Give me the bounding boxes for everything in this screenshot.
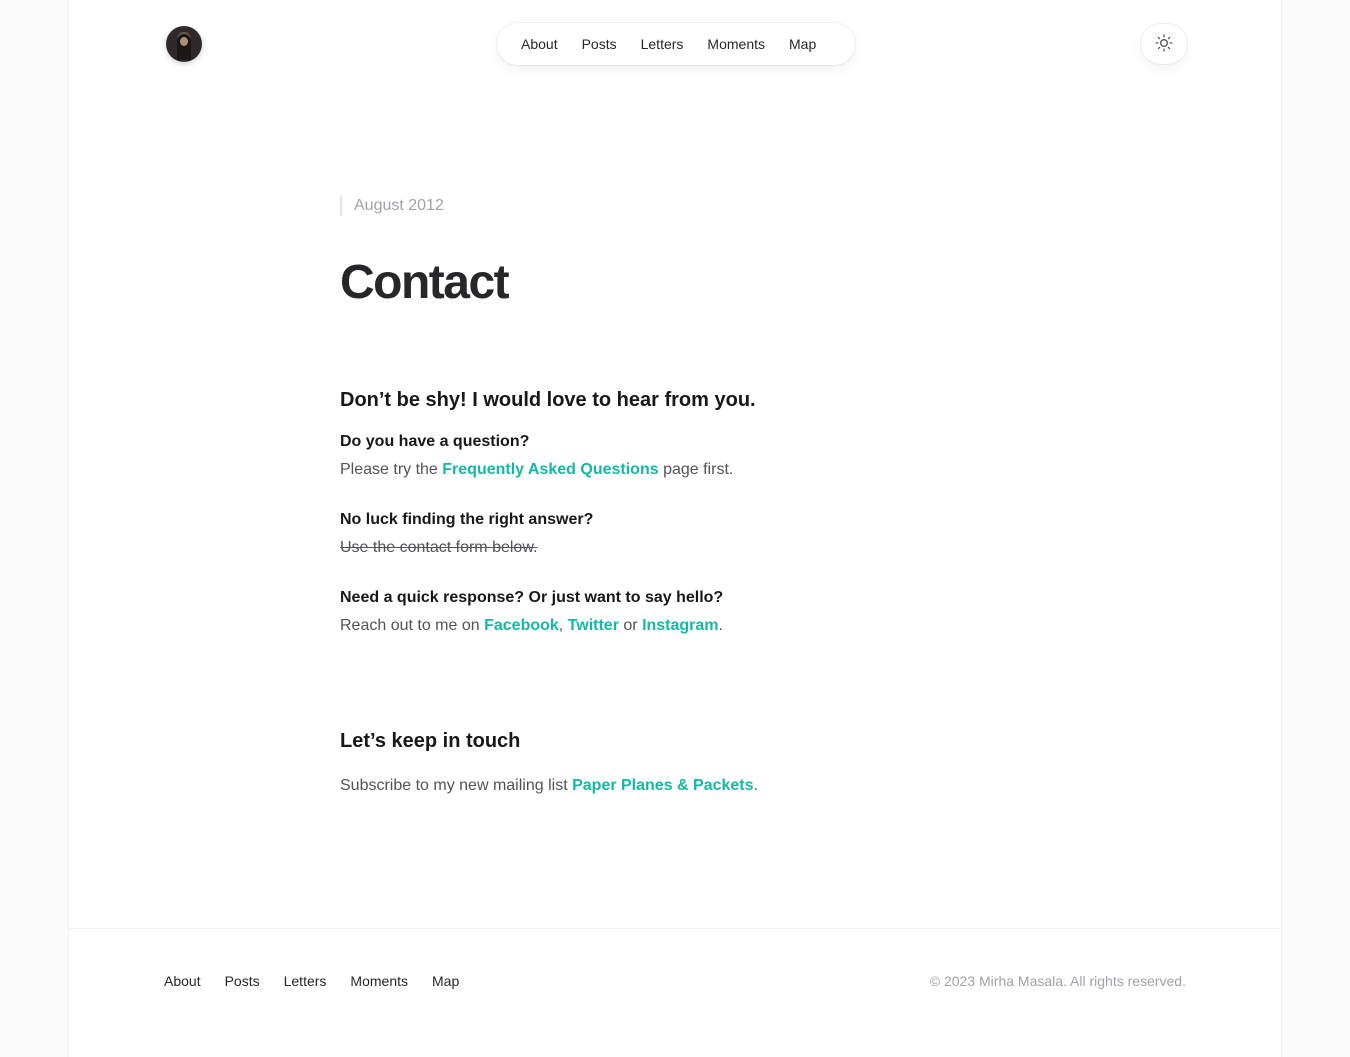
separator-text: or [618,617,643,634]
avatar[interactable] [166,26,202,62]
answer-text: Please try the Frequently Asked Question… [340,456,980,484]
nav-item-moments[interactable]: Moments [695,36,777,52]
post-date: August 2012 [340,196,980,216]
answer-text-prefix: Reach out to me on [340,617,485,634]
footer-nav-item-moments[interactable]: Moments [350,973,408,989]
article: August 2012 Contact Don’t be shy! I woul… [340,196,980,800]
footer: About Posts Letters Moments Map © 2023 M… [69,928,1281,1057]
answer-text-suffix: page first. [658,461,734,478]
answer-text-strikethrough: Use the contact form below. [340,539,538,556]
facebook-link[interactable]: Facebook [484,617,559,634]
section-heading-keep-in-touch: Let’s keep in touch [340,730,521,752]
footer-nav-item-map[interactable]: Map [432,973,459,989]
question-text: Do you have a question? [340,433,530,450]
page-title: Contact [340,256,510,309]
nav-item-posts[interactable]: Posts [570,36,629,52]
footer-nav-item-letters[interactable]: Letters [284,973,327,989]
footer-navigation: About Posts Letters Moments Map [164,973,483,989]
top-navigation: About Posts Letters Moments Map [497,23,855,65]
copyright-text: © 2023 Mirha Masala. All rights reserved… [929,973,1186,989]
social-block: Need a quick response? Or just want to s… [340,586,980,640]
footer-nav-item-posts[interactable]: Posts [225,973,260,989]
sun-icon [1154,33,1174,56]
contact-form-block: No luck finding the right answer? Use th… [340,508,980,562]
faq-link[interactable]: Frequently Asked Questions [442,461,658,478]
separator-text: , [558,617,568,634]
nav-item-letters[interactable]: Letters [629,36,696,52]
faq-block: Do you have a question? Please try the F… [340,430,980,484]
footer-nav-item-about[interactable]: About [164,973,201,989]
nav-item-map[interactable]: Map [777,36,828,52]
subscribe-text-prefix: Subscribe to my new mailing list [340,777,573,794]
question-text: No luck finding the right answer? [340,511,594,528]
answer-text: Reach out to me on Facebook, Twitter or … [340,612,980,640]
theme-toggle-button[interactable] [1141,24,1187,64]
mailing-list-link[interactable]: Paper Planes & Packets [572,777,753,794]
subscribe-text-suffix: . [753,777,758,794]
nav-item-about[interactable]: About [509,36,570,52]
section-heading-contact: Don’t be shy! I would love to hear from … [340,389,756,411]
page-container: About Posts Letters Moments Map August 2… [68,0,1282,1057]
subscribe-text: Subscribe to my new mailing list Paper P… [340,772,980,800]
twitter-link[interactable]: Twitter [568,617,619,634]
question-text: Need a quick response? Or just want to s… [340,589,724,606]
answer-text-suffix: . [718,617,723,634]
answer-text-prefix: Please try the [340,461,443,478]
instagram-link[interactable]: Instagram [642,617,718,634]
